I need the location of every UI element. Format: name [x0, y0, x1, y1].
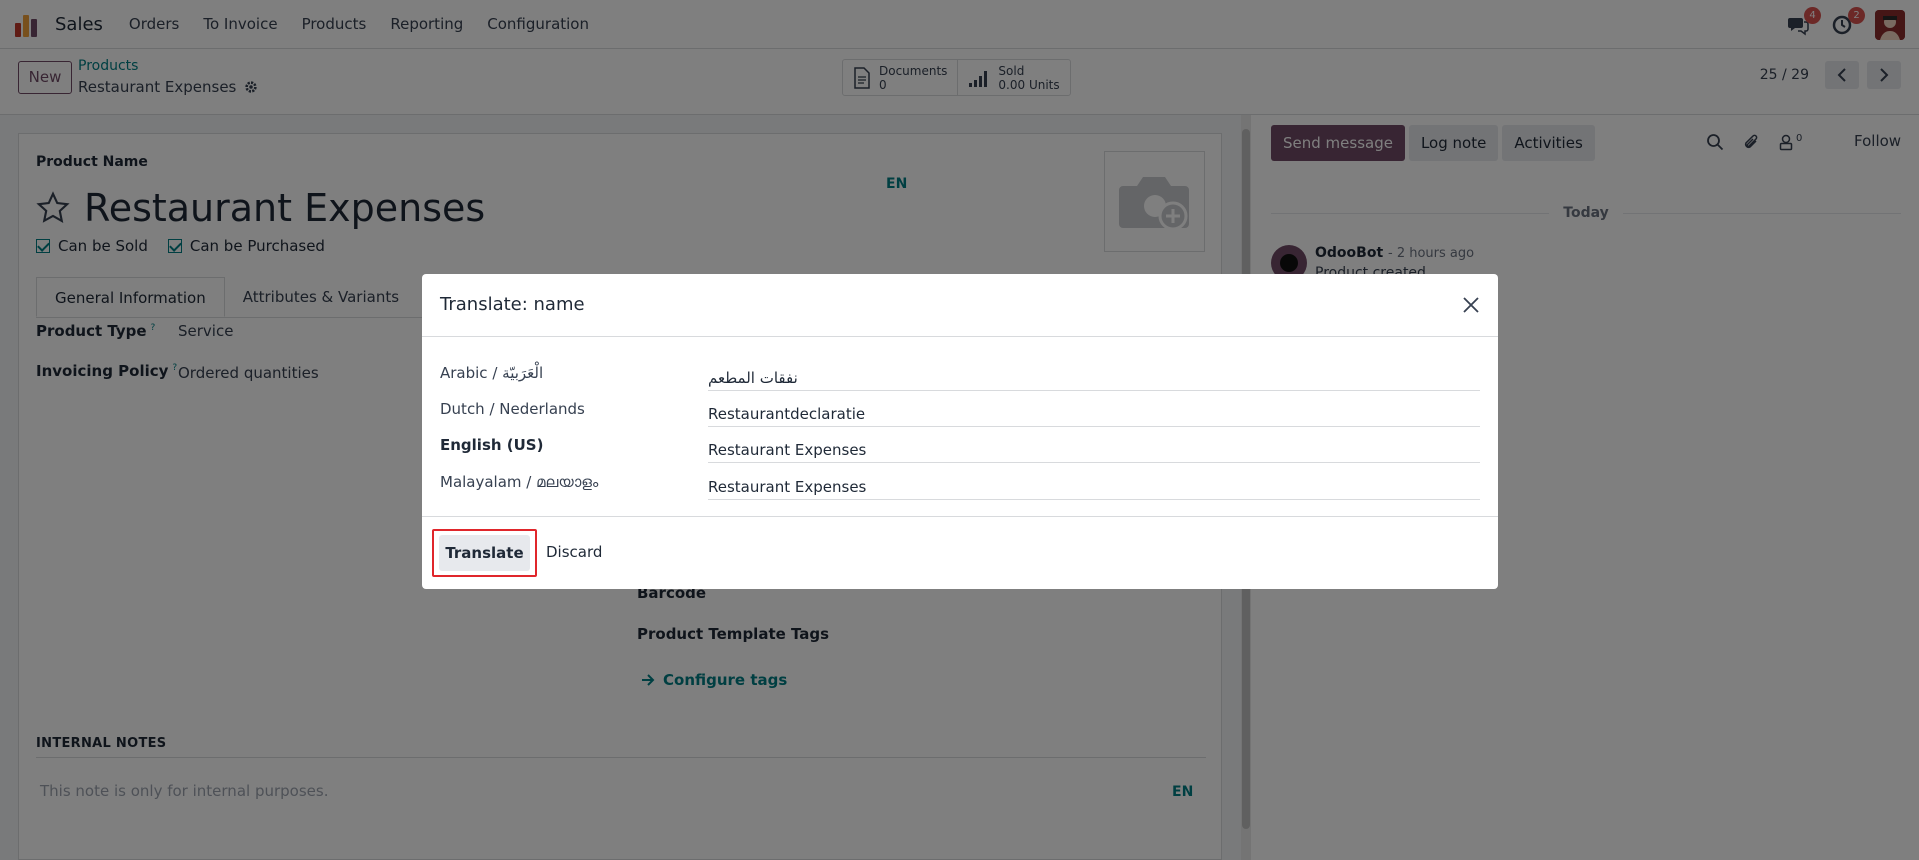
translate-button[interactable]: Translate — [439, 535, 530, 571]
translation-language: Arabic / الْعَرَبيّة — [440, 364, 544, 382]
translation-row-english: English (US) — [440, 427, 1480, 463]
translation-input-english[interactable] — [708, 427, 1480, 463]
dialog-header: Translate: name — [422, 274, 1498, 337]
translation-row-malayalam: Malayalam / മലയാളം — [440, 464, 1480, 500]
translation-input-malayalam[interactable] — [708, 464, 1480, 500]
translation-language: Malayalam / മലയാളം — [440, 473, 599, 491]
translation-row-dutch: Dutch / Nederlands — [440, 391, 1480, 427]
highlight-frame: Translate — [432, 529, 537, 577]
close-icon[interactable] — [1460, 294, 1482, 316]
discard-button[interactable]: Discard — [546, 543, 602, 561]
translation-input-dutch[interactable] — [708, 391, 1480, 427]
translation-input-arabic[interactable] — [708, 355, 1480, 391]
translation-language: English (US) — [440, 436, 544, 454]
translation-list: Arabic / الْعَرَبيّة Dutch / Nederlands … — [422, 337, 1498, 517]
translation-language: Dutch / Nederlands — [440, 400, 585, 418]
dialog-footer: Translate Discard — [422, 517, 1498, 587]
translation-row-arabic: Arabic / الْعَرَبيّة — [440, 355, 1480, 391]
dialog-title: Translate: name — [440, 294, 585, 315]
translate-dialog: Translate: name Arabic / الْعَرَبيّة Dut… — [422, 274, 1498, 589]
